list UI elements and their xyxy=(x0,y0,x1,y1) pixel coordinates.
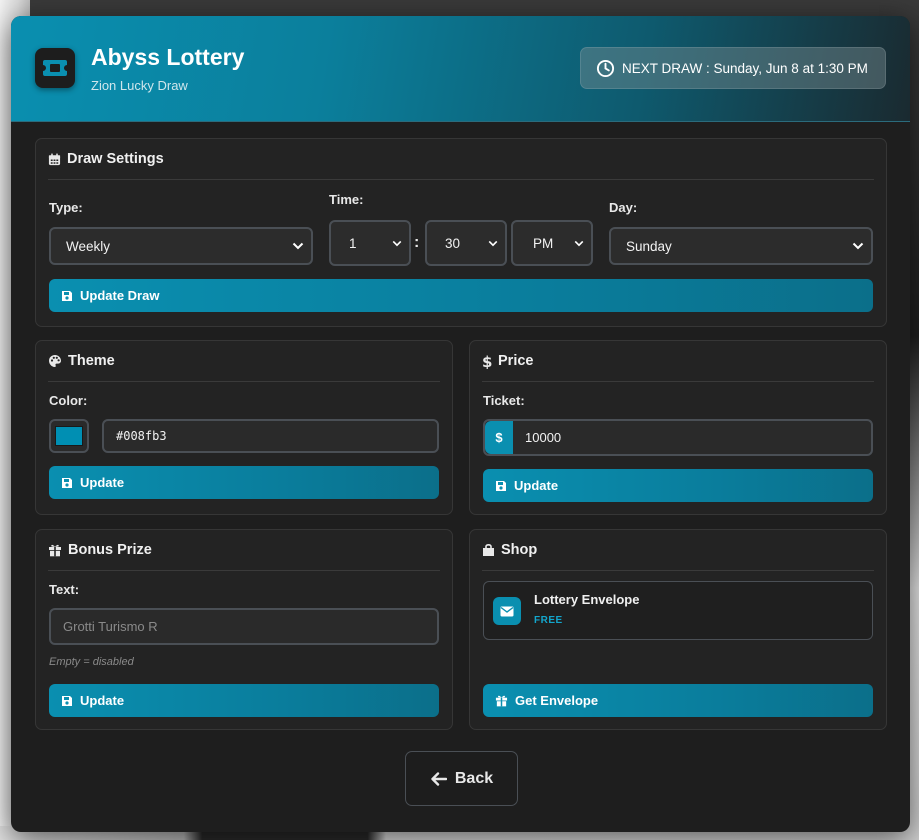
envelope-icon xyxy=(493,597,521,625)
palette-icon xyxy=(48,354,62,368)
shop-item-price: FREE xyxy=(534,615,563,626)
shop-item[interactable]: Lottery Envelope FREE xyxy=(483,581,873,640)
bonus-prize-title: Bonus Prize xyxy=(48,542,152,558)
chevron-down-icon xyxy=(574,240,584,247)
price-update-button[interactable]: Update xyxy=(483,469,873,502)
day-label: Day: xyxy=(609,200,638,215)
time-separator: : xyxy=(414,234,420,251)
ticket-price-input[interactable]: 10000 xyxy=(483,419,873,456)
bonus-prize-card: Bonus Prize Text: Grotti Turismo R Empty… xyxy=(35,529,453,730)
chevron-down-icon xyxy=(488,240,498,247)
app-title: Abyss Lottery xyxy=(91,44,245,70)
draw-settings-title: Draw Settings xyxy=(48,151,164,167)
divider xyxy=(48,570,440,571)
save-icon xyxy=(495,480,507,492)
chevron-down-icon xyxy=(392,240,402,247)
save-icon xyxy=(61,695,73,707)
update-draw-button-label: Update Draw xyxy=(80,288,160,303)
divider xyxy=(48,179,874,180)
shop-title: Shop xyxy=(482,542,537,558)
back-button-label: Back xyxy=(454,769,494,787)
save-icon xyxy=(61,477,73,489)
ticket-price-value: 10000 xyxy=(525,430,562,445)
price-card: $ Price Ticket: 10000 $ Update xyxy=(469,340,887,515)
clock-icon xyxy=(596,59,615,77)
next-draw-badge: NEXT DRAW : Sunday, Jun 8 at 1:30 PM xyxy=(580,47,886,89)
dollar-icon: $ xyxy=(482,354,492,369)
minute-select[interactable]: 30 xyxy=(425,220,507,266)
chevron-down-icon xyxy=(292,242,304,250)
lottery-panel: Abyss Lottery Zion Lucky Draw NEXT DRAW … xyxy=(11,16,910,832)
bonus-prize-update-button[interactable]: Update xyxy=(49,684,439,717)
gift-icon xyxy=(48,543,62,557)
price-title: $ Price xyxy=(482,353,533,369)
type-label: Type: xyxy=(49,200,83,215)
gift-icon xyxy=(495,694,508,707)
shop-card: Shop Lottery Envelope FREE Get Envelope xyxy=(469,529,887,730)
theme-card: Theme Color: #008fb3 Update xyxy=(35,340,453,515)
minute-select-value: 30 xyxy=(445,235,461,251)
app-subtitle: Zion Lucky Draw xyxy=(91,78,188,93)
ticket-icon xyxy=(35,48,75,88)
price-title-text: Price xyxy=(498,353,534,369)
bonus-prize-hint: Empty = disabled xyxy=(49,656,134,668)
theme-title-text: Theme xyxy=(68,353,115,369)
shopping-bag-icon xyxy=(482,543,495,557)
theme-update-button-label: Update xyxy=(80,475,125,490)
save-icon xyxy=(61,290,73,302)
svg-text:$: $ xyxy=(482,354,492,369)
get-envelope-button[interactable]: Get Envelope xyxy=(483,684,873,717)
divider xyxy=(482,570,874,571)
back-button[interactable]: Back xyxy=(405,751,518,806)
type-select[interactable]: Weekly xyxy=(49,227,313,265)
day-select[interactable]: Sunday xyxy=(609,227,873,265)
currency-prefix: $ xyxy=(485,421,513,454)
type-select-value: Weekly xyxy=(66,238,111,254)
header: Abyss Lottery Zion Lucky Draw NEXT DRAW … xyxy=(11,16,910,122)
theme-title: Theme xyxy=(48,353,115,369)
ampm-select[interactable]: PM xyxy=(511,220,593,266)
ampm-select-value: PM xyxy=(533,235,554,251)
draw-settings-card: Draw Settings Type: Weekly Time: 1 : 30 … xyxy=(35,138,887,327)
price-update-button-label: Update xyxy=(514,478,559,493)
day-select-value: Sunday xyxy=(626,238,672,254)
bonus-prize-placeholder: Grotti Turismo R xyxy=(63,619,158,634)
update-draw-button[interactable]: Update Draw xyxy=(49,279,873,312)
color-swatch xyxy=(55,426,83,446)
chevron-down-icon xyxy=(852,242,864,250)
shop-item-name: Lottery Envelope xyxy=(534,592,640,607)
hour-select-value: 1 xyxy=(349,235,357,251)
hour-select[interactable]: 1 xyxy=(329,220,411,266)
shop-title-text: Shop xyxy=(501,542,538,558)
ticket-label: Ticket: xyxy=(483,393,525,408)
time-label: Time: xyxy=(329,192,364,207)
draw-settings-title-text: Draw Settings xyxy=(67,151,164,167)
calendar-icon xyxy=(48,152,61,166)
divider xyxy=(482,381,874,382)
color-label: Color: xyxy=(49,393,88,408)
arrow-left-icon xyxy=(430,771,447,786)
color-picker[interactable] xyxy=(49,419,89,453)
bonus-prize-update-button-label: Update xyxy=(80,693,125,708)
text-label: Text: xyxy=(49,582,80,597)
next-draw-text: NEXT DRAW : Sunday, Jun 8 at 1:30 PM xyxy=(622,60,868,76)
color-hex-value: #008fb3 xyxy=(116,429,167,443)
theme-update-button[interactable]: Update xyxy=(49,466,439,499)
divider xyxy=(48,381,440,382)
bonus-prize-title-text: Bonus Prize xyxy=(68,542,152,558)
color-hex-input[interactable]: #008fb3 xyxy=(102,419,439,453)
get-envelope-button-label: Get Envelope xyxy=(515,693,599,708)
bonus-prize-input[interactable]: Grotti Turismo R xyxy=(49,608,439,645)
